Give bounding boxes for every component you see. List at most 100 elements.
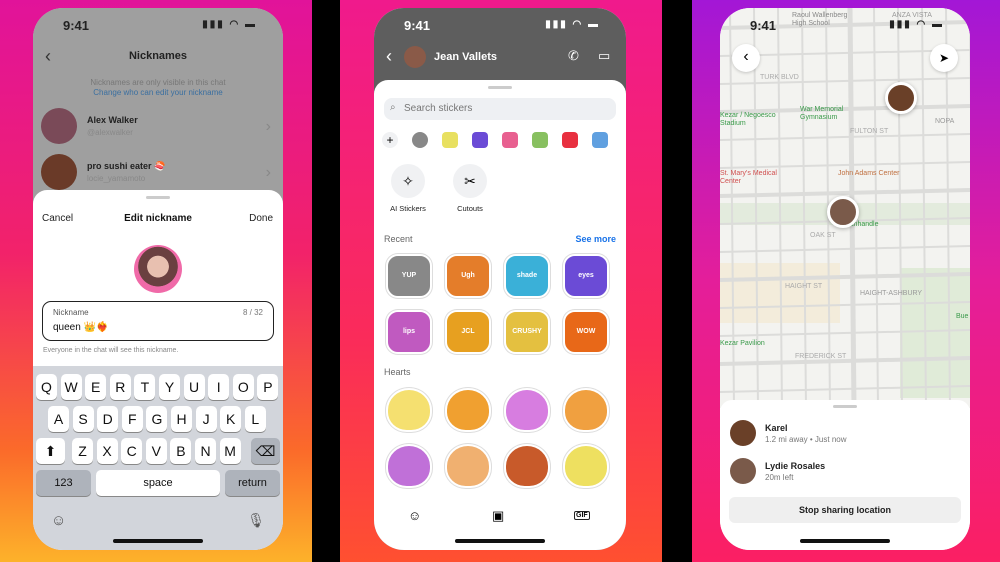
video-icon[interactable]: ▭ [598,48,610,64]
sticker-5[interactable]: JCL [445,310,491,354]
sticker-3[interactable]: eyes [563,254,609,298]
key-t[interactable]: T [134,374,156,400]
hint-text: Everyone in the chat will see this nickn… [43,347,179,354]
key-r[interactable]: R [109,374,131,400]
sheet-handle[interactable] [146,196,170,199]
recent-clock-icon[interactable] [412,132,428,148]
key-j[interactable]: J [195,406,217,432]
sheet-handle[interactable] [833,405,857,408]
sticker-pack-3[interactable] [472,132,488,148]
person-row[interactable]: pro sushi eater 🍣 locie_yamamoto › [41,154,275,190]
search-input[interactable]: Search stickers [404,103,472,114]
person-row[interactable]: Alex Walker @alexwalker › [41,108,275,144]
heart-sticker-1[interactable] [445,388,491,432]
nickname-field[interactable]: Nickname 8 / 32 queen 👑❤️‍🔥 [42,301,274,341]
heart-sticker-6[interactable] [504,444,550,488]
person-name: Karel [765,423,788,433]
space-key[interactable]: space [96,470,220,496]
map-label: Kezar / Negoesco Stadium [720,112,776,127]
sticker-2[interactable]: shade [504,254,550,298]
cutouts-button[interactable]: ✂ Cutouts [448,164,492,213]
contact-name[interactable]: Jean Vallets [434,51,497,63]
key-s[interactable]: S [72,406,94,432]
sticker-pack-5[interactable] [532,132,548,148]
done-button[interactable]: Done [249,213,273,224]
sheet-title: Edit nickname [124,213,192,224]
sticker-1[interactable]: Ugh [445,254,491,298]
key-g[interactable]: G [146,406,168,432]
key-v[interactable]: V [145,438,167,464]
sticker-0[interactable]: YUP [386,254,432,298]
sheet-handle[interactable] [488,86,512,89]
key-f[interactable]: F [121,406,143,432]
map-label: HAIGHT ST [785,283,823,290]
key-l[interactable]: L [244,406,266,432]
key-w[interactable]: W [60,374,82,400]
map-pin-lydie[interactable] [827,196,859,228]
key-i[interactable]: I [208,374,230,400]
heart-sticker-4[interactable] [386,444,432,488]
key-n[interactable]: N [195,438,216,464]
sticker-icon[interactable]: ▣ [492,508,504,524]
add-icon[interactable]: + [382,132,398,148]
key-d[interactable]: D [97,406,119,432]
key-o[interactable]: O [232,374,254,400]
sticker-6[interactable]: CRUSHY BUT CARING [504,310,550,354]
person-row[interactable]: Lydie Rosales 20m left [730,456,960,486]
key-q[interactable]: Q [36,374,57,400]
golden-gate-park [900,268,970,398]
key-y[interactable]: Y [159,374,180,400]
char-counter: 8 / 32 [242,308,263,317]
key-z[interactable]: Z [72,438,93,464]
gif-icon[interactable]: GIF [574,511,590,520]
person-handle: locie_yamamoto [87,174,146,183]
key-e[interactable]: E [85,374,107,400]
see-more-link[interactable]: See more [575,234,616,244]
map-street [720,188,970,198]
sticker-7[interactable]: WOW [563,310,609,354]
stop-sharing-button[interactable]: Stop sharing location [729,497,961,523]
shift-key[interactable]: ⬆ [36,438,65,464]
key-b[interactable]: B [170,438,192,464]
heart-sticker-5[interactable] [445,444,491,488]
backspace-key[interactable]: ⌫ [251,438,280,464]
map-label: FULTON ST [850,128,889,135]
numbers-key[interactable]: 123 [36,470,91,496]
sticker-4[interactable]: lips [386,310,432,354]
sticker-pack-7[interactable] [592,132,608,148]
ai-stickers-button[interactable]: ✧ AI Stickers [386,164,430,213]
key-c[interactable]: C [121,438,143,464]
key-k[interactable]: K [220,406,242,432]
emoji-icon[interactable]: ☺ [51,512,66,529]
key-x[interactable]: X [96,438,118,464]
sticker-pack-6[interactable] [562,132,578,148]
return-key[interactable]: return [225,470,280,496]
phone-icon[interactable]: ✆ [568,48,579,64]
map-street [720,161,970,169]
heart-sticker-7[interactable] [563,444,609,488]
hearts-heading: Hearts [384,367,411,377]
sticker-pack-2[interactable] [442,132,458,148]
key-a[interactable]: A [48,406,69,432]
sticker-sheet: ⌕ Search stickers + ✧ AI Stickers ✂ Cuto… [374,80,626,550]
avatar-icon[interactable]: ☺ [408,508,421,523]
status-time: 9:41 [63,18,90,33]
sticker-search[interactable]: ⌕ Search stickers [384,98,616,120]
key-u[interactable]: U [183,374,205,400]
status-icons: ▮▮▮ ◠ ▬ [545,19,600,30]
microphone-icon[interactable]: 🎙 [247,512,265,529]
navigation-arrow-icon[interactable]: ➤ [930,44,958,72]
key-m[interactable]: M [219,438,241,464]
key-p[interactable]: P [257,374,279,400]
heart-sticker-2[interactable] [504,388,550,432]
heart-sticker-0[interactable] [386,388,432,432]
person-row[interactable]: Karel 1.2 mi away • Just now [730,418,960,448]
heart-sticker-3[interactable] [563,388,609,432]
back-icon[interactable]: ‹ [386,46,392,67]
map-pin-karel[interactable] [885,82,917,114]
back-button[interactable]: ‹ [732,44,760,72]
change-edit-link[interactable]: Change who can edit your nickname [33,88,283,97]
sticker-pack-4[interactable] [502,132,518,148]
key-h[interactable]: H [171,406,192,432]
chevron-right-icon: › [265,118,271,135]
